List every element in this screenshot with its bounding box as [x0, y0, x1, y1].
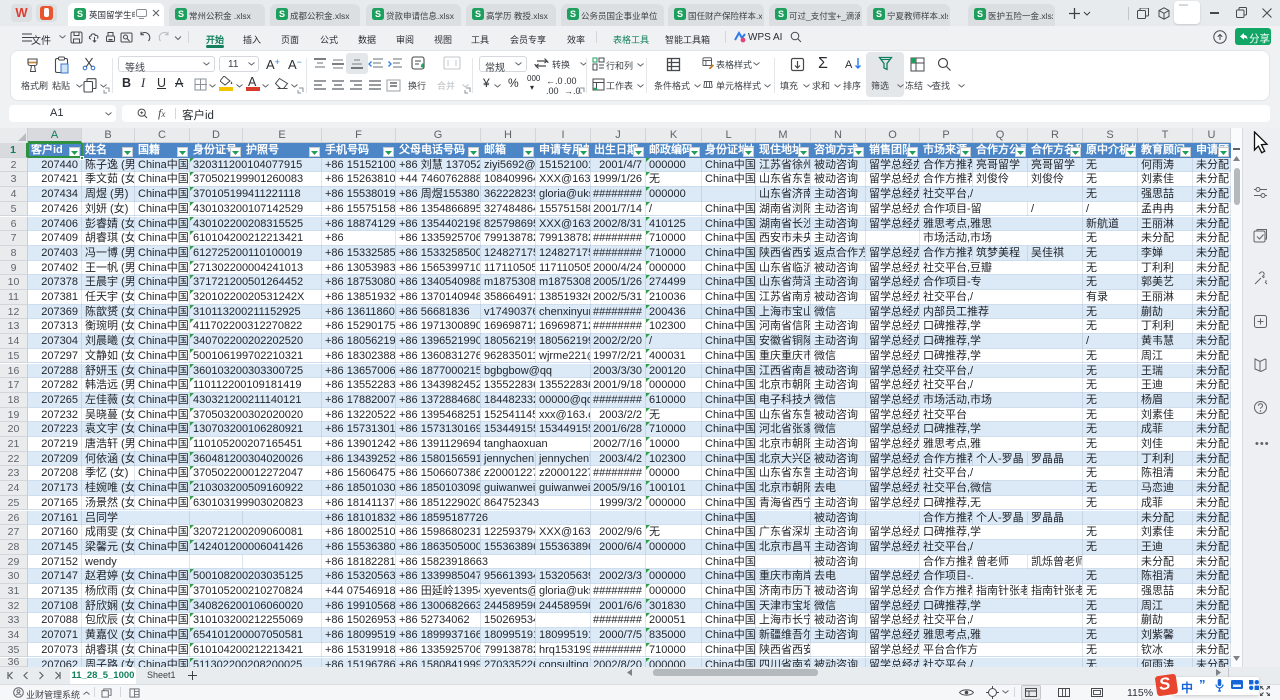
svg-text:A: A: [845, 59, 853, 71]
